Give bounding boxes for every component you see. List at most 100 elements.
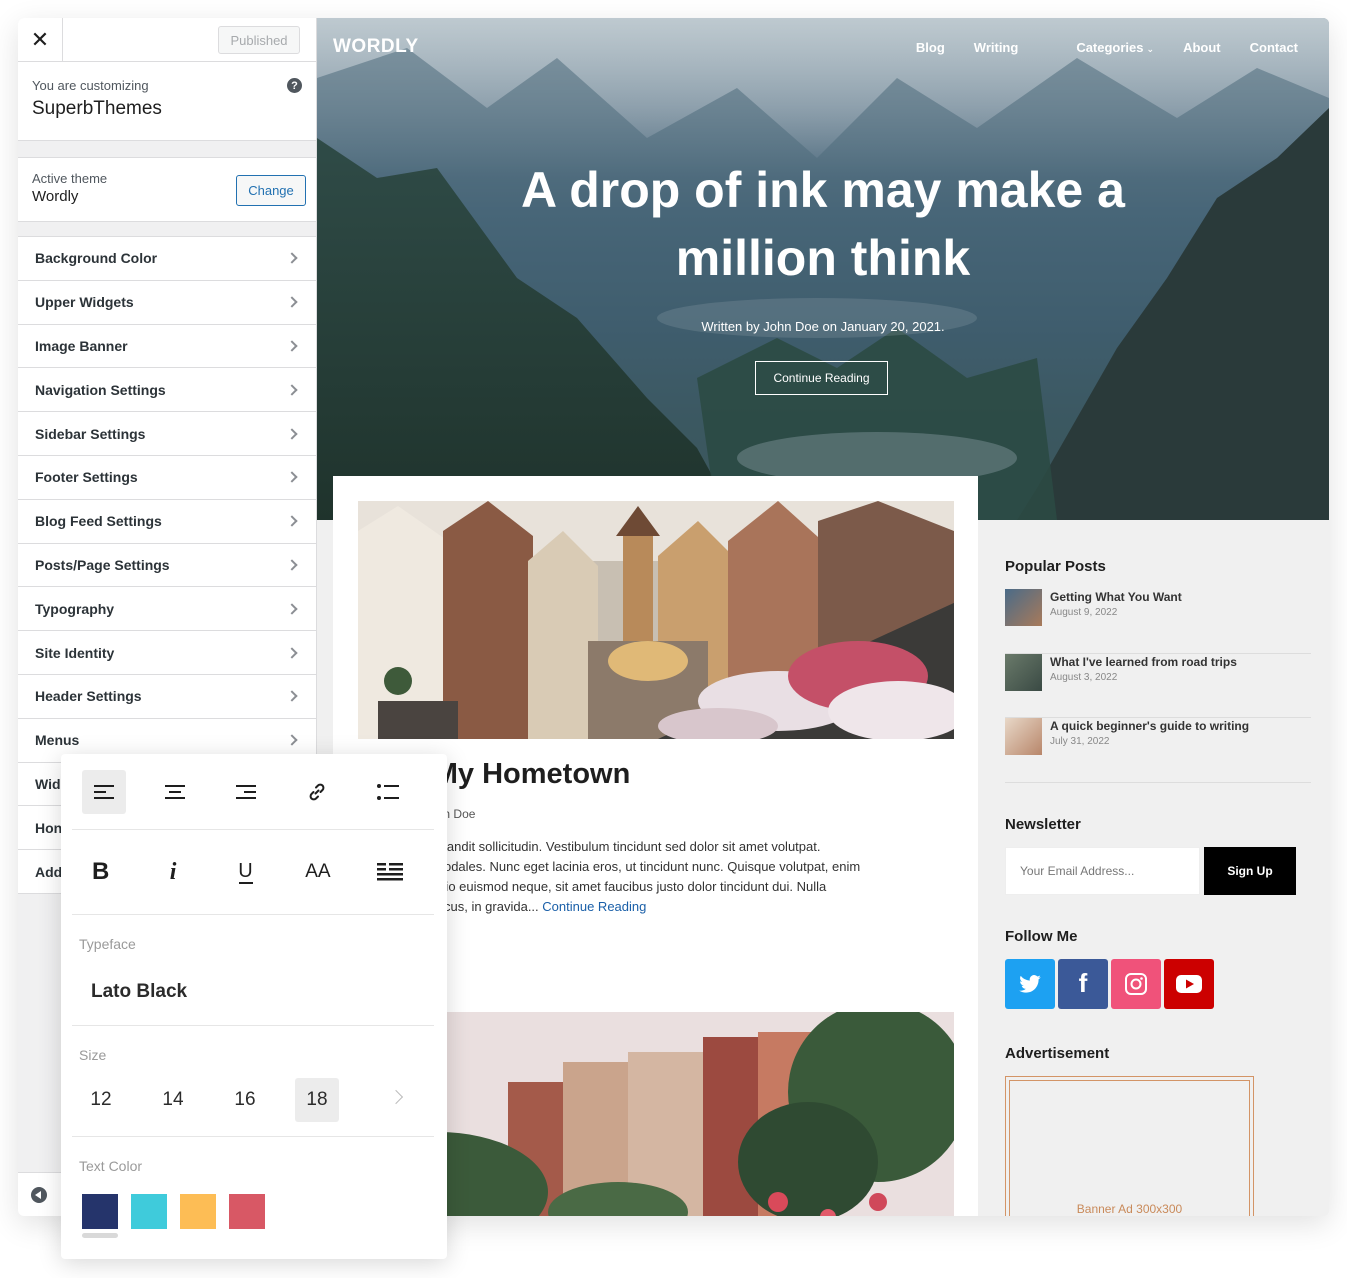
typeface-select[interactable]: Lato Black [91,981,187,1003]
instagram-icon[interactable] [1111,958,1161,1009]
newsletter-title: Newsletter [1005,815,1081,833]
chevron-right-icon [286,384,298,396]
chevron-right-icon [286,646,298,659]
nav-about[interactable]: About [1183,40,1221,55]
nav-blog[interactable]: Blog [916,40,945,55]
text-case-button[interactable]: AA [294,850,341,894]
chevron-right-icon [286,734,298,746]
youtube-icon[interactable] [1164,958,1214,1009]
popular-post-item[interactable]: A quick beginner's guide to writing July … [1005,718,1311,783]
newsletter-email-input[interactable]: Your Email Address... [1005,846,1200,895]
chevron-right-icon [286,471,298,484]
menu-item-background-color[interactable]: Background Color [18,237,316,281]
alignment-toolbar [72,754,434,830]
hero-title: A drop of ink may make a million think [521,162,1125,286]
close-icon[interactable]: ✕ [18,18,63,62]
list-icon[interactable] [366,770,410,814]
underline-bar [238,881,253,884]
menu-item-posts-page-settings[interactable]: Posts/Page Settings [18,544,316,588]
post-image-street[interactable] [358,1012,954,1216]
collapse-icon[interactable] [31,1187,47,1203]
align-left-icon[interactable] [82,769,126,814]
continue-reading-link[interactable]: Continue Reading [542,899,646,914]
divider [72,1136,434,1137]
chevron-right-icon [286,296,298,308]
social-links: f [1005,958,1311,1009]
site-preview: WORDLY Blog Writing Categories ⌄ About Co… [317,18,1329,1216]
popular-post-thumbnail [1005,718,1042,755]
post-image-town[interactable] [358,501,954,739]
color-swatches [82,1194,265,1229]
nav-contact[interactable]: Contact [1250,40,1298,55]
site-name: SuperbThemes [32,98,162,119]
size-options: 12 14 16 18 [79,1078,367,1122]
hero-banner: WORDLY Blog Writing Categories ⌄ About Co… [317,18,1329,520]
published-button[interactable]: Published [218,26,300,54]
popular-posts-title: Popular Posts [1005,558,1106,575]
chevron-right-icon [286,340,298,352]
align-center-icon[interactable] [153,770,197,814]
chevron-right-icon [286,559,298,571]
color-swatch-navy[interactable] [82,1194,118,1229]
nav-writing[interactable]: Writing [974,40,1019,55]
italic-button[interactable]: i [149,850,196,894]
menu-item-site-identity[interactable]: Site Identity [18,631,316,675]
popular-post-item[interactable]: What I've learned from road trips August … [1005,653,1311,718]
color-swatch-yellow[interactable] [180,1194,216,1229]
menu-item-blog-feed-settings[interactable]: Blog Feed Settings [18,500,316,544]
underline-button[interactable]: U [222,850,269,894]
advertisement-title: Advertisement [1005,1044,1110,1062]
customizer-header: ✕ Published [18,18,316,62]
color-swatch-cyan[interactable] [131,1194,167,1229]
chevron-right-icon[interactable] [388,1089,404,1105]
menu-item-header-settings[interactable]: Header Settings [18,675,316,719]
format-toolbar: B i U AA [72,830,434,915]
size-option-16[interactable]: 16 [223,1078,267,1122]
facebook-icon[interactable]: f [1058,958,1108,1009]
customizing-label: You are customizing [32,78,149,93]
nav-categories[interactable]: Categories ⌄ [1047,40,1154,55]
twitter-icon[interactable] [1005,958,1055,1009]
text-color-label: Text Color [79,1158,143,1174]
change-theme-button[interactable]: Change [236,175,306,206]
size-option-14[interactable]: 14 [151,1078,195,1122]
site-sidebar: Popular Posts Getting What You Want Augus… [1005,558,1311,1216]
menu-item-upper-widgets[interactable]: Upper Widgets [18,281,316,325]
popular-post-item[interactable]: Getting What You Want August 9, 2022 [1005,589,1311,654]
hero-meta: Written by John Doe on January 20, 2021. [701,319,945,334]
newsletter-signup-button[interactable]: Sign Up [1204,846,1296,895]
size-label: Size [79,1047,107,1063]
follow-title: Follow Me [1005,927,1078,945]
chevron-down-icon: ⌄ [1146,44,1155,54]
bold-button[interactable]: B [77,850,124,894]
hero-continue-button[interactable]: Continue Reading [755,361,888,395]
selected-color-indicator [82,1233,118,1238]
main-nav: Blog Writing Categories ⌄ About Contact [887,40,1298,55]
menu-item-sidebar-settings[interactable]: Sidebar Settings [18,412,316,456]
justify-icon[interactable] [367,850,414,894]
post-excerpt: velit vitae dui blandit sollicitudin. Ve… [358,839,861,914]
chevron-right-icon [286,515,298,527]
active-theme-section: Active theme Wordly Change [18,157,316,222]
link-icon[interactable] [295,770,339,814]
menu-item-navigation-settings[interactable]: Navigation Settings [18,368,316,413]
banner-ad-label: Banner Ad 300x300 [1009,1079,1250,1216]
banner-ad[interactable]: Banner Ad 300x300 [1005,1075,1254,1216]
size-option-18[interactable]: 18 [295,1078,339,1122]
popular-post-thumbnail [1005,589,1042,626]
chevron-right-icon [286,252,298,265]
site-logo[interactable]: WORDLY [333,36,419,58]
color-swatch-red[interactable] [229,1194,265,1229]
size-option-12[interactable]: 12 [79,1078,123,1122]
typeface-label: Typeface [79,936,136,952]
typography-panel: B i U AA Typeface Lato Black Size 12 14 … [61,754,447,1259]
help-icon[interactable]: ? [287,78,302,93]
menu-item-image-banner[interactable]: Image Banner [18,325,316,369]
menu-item-typography[interactable]: Typography [18,587,316,632]
align-right-icon[interactable] [224,770,268,814]
newsletter-form: Your Email Address... Sign Up [1005,846,1311,895]
menu-item-footer-settings[interactable]: Footer Settings [18,456,316,500]
customizing-info: You are customizing SuperbThemes ? [18,62,316,141]
chevron-right-icon [286,427,298,440]
divider [72,1025,434,1026]
